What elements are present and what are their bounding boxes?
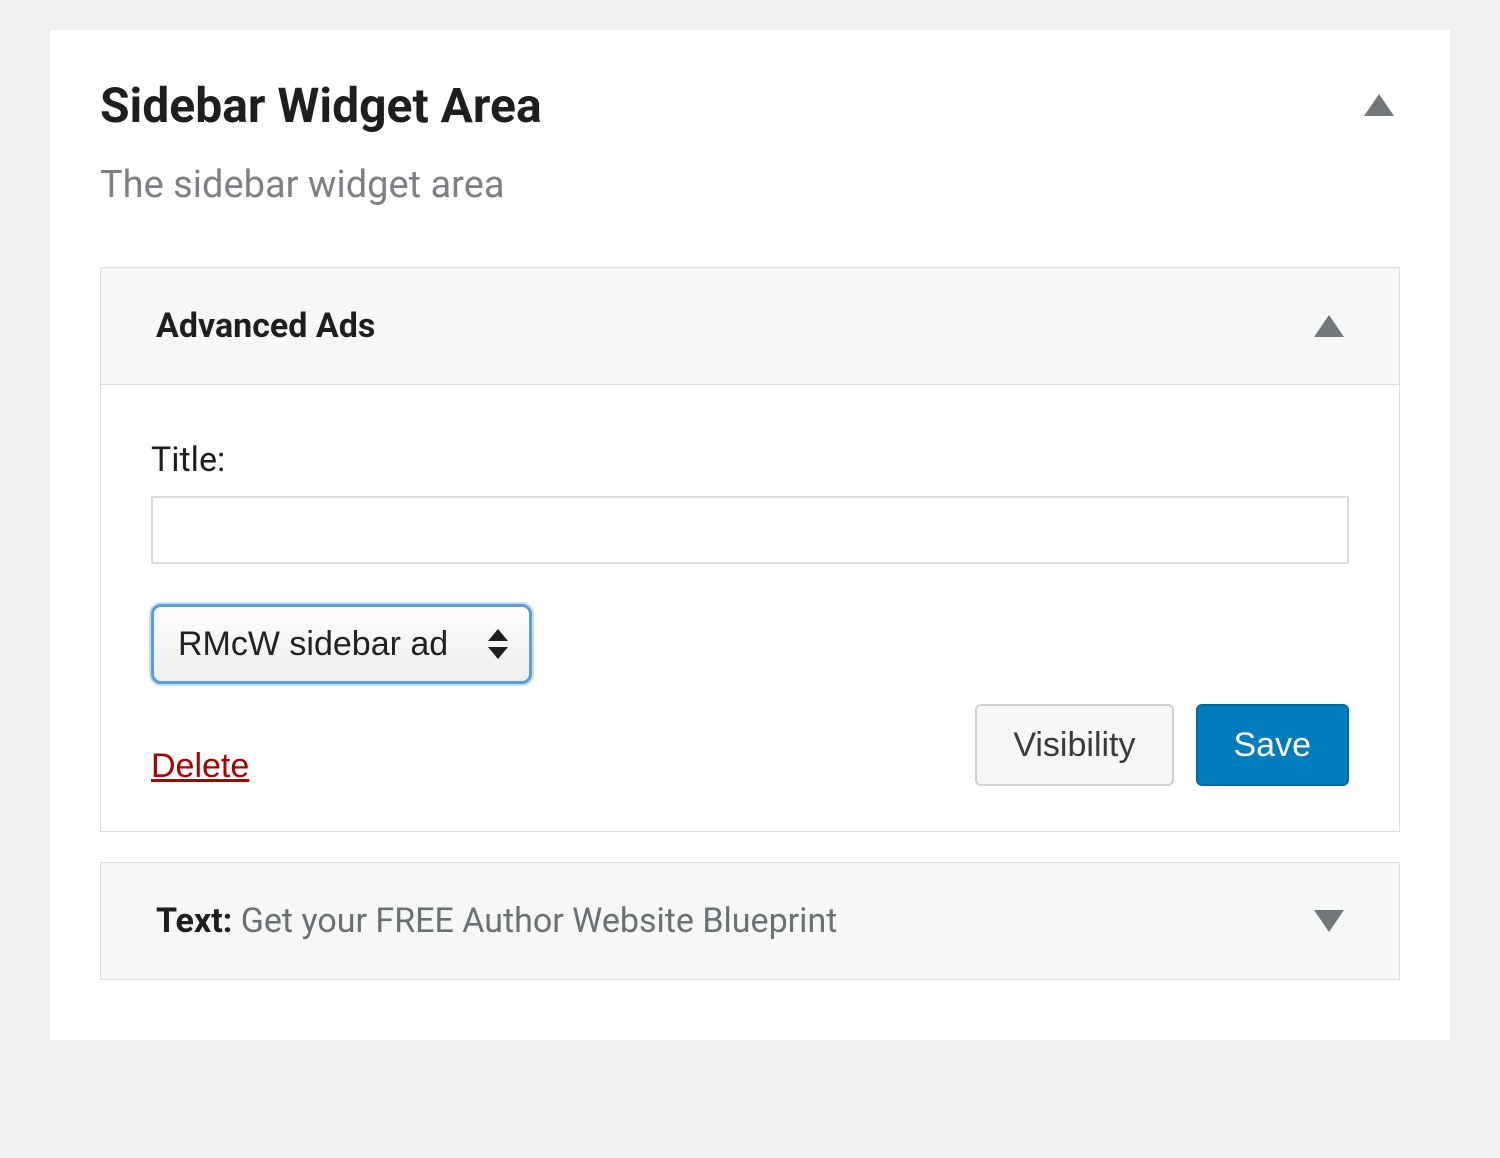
widget-advanced-ads-header[interactable]: Advanced Ads [101, 268, 1399, 385]
chevron-up-icon [1364, 94, 1394, 116]
widget-text-name: Text [156, 901, 223, 941]
save-button[interactable]: Save [1196, 704, 1350, 786]
widget-text-title: Text: Get your FREE Author Website Bluep… [156, 901, 837, 941]
delete-link[interactable]: Delete [151, 747, 249, 786]
title-input[interactable] [151, 496, 1349, 564]
widget-text-header[interactable]: Text: Get your FREE Author Website Bluep… [101, 863, 1399, 979]
widget-advanced-ads-title: Advanced Ads [156, 306, 375, 346]
chevron-down-icon [1314, 910, 1344, 932]
chevron-up-icon [1314, 315, 1344, 337]
widget-text-summary: Get your FREE Author Website Blueprint [241, 901, 838, 941]
area-collapse-button[interactable] [1358, 88, 1400, 122]
widget-text: Text: Get your FREE Author Website Bluep… [100, 862, 1400, 980]
area-description: The sidebar widget area [100, 163, 1400, 207]
widget-advanced-ads: Advanced Ads Title: RMcW sidebar ad De [100, 267, 1400, 832]
visibility-button[interactable]: Visibility [975, 704, 1173, 786]
widget-advanced-ads-body: Title: RMcW sidebar ad Delete Visibility [101, 385, 1399, 831]
sidebar-widget-area-panel: Sidebar Widget Area The sidebar widget a… [50, 30, 1450, 1040]
area-title: Sidebar Widget Area [100, 80, 542, 133]
title-field-label: Title: [151, 440, 1349, 480]
ad-select[interactable]: RMcW sidebar ad [151, 604, 532, 684]
